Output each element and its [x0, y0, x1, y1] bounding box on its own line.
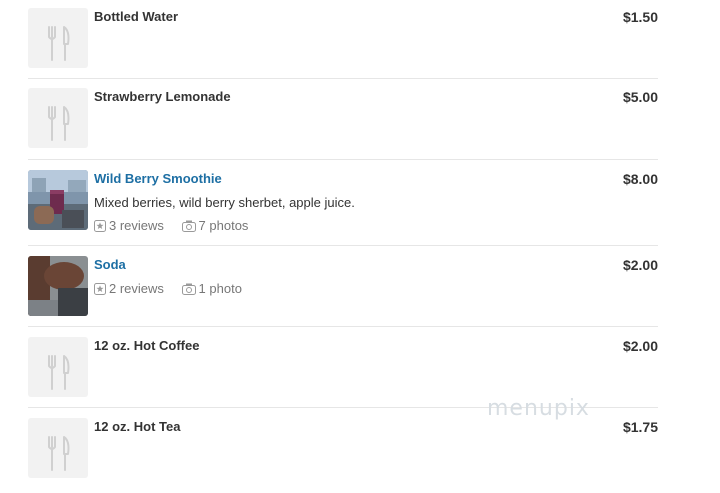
placeholder-thumbnail [28, 88, 88, 148]
item-price: $1.75 [622, 419, 658, 435]
item-name: Strawberry Lemonade [94, 89, 231, 104]
item-price: $2.00 [622, 257, 658, 273]
menu-item-bottled-water: Bottled Water $1.50 [28, 0, 658, 79]
menu-item-soda: Soda $2.00 2 reviews 1 photo [28, 246, 658, 327]
reviews-count: 3 reviews [109, 218, 164, 233]
watermark-logo: menupix [487, 396, 590, 421]
menu-item-wild-berry-smoothie: Wild Berry Smoothie $8.00 Mixed berries,… [28, 160, 658, 246]
menu-item-strawberry-lemonade: Strawberry Lemonade $5.00 [28, 79, 658, 160]
fork-knife-icon [48, 106, 70, 141]
fork-knife-icon [48, 26, 70, 61]
item-price: $1.50 [622, 9, 658, 25]
soda-photo-icon [28, 256, 88, 316]
reviews-link[interactable]: 3 reviews [94, 218, 164, 233]
item-meta: 3 reviews 7 photos [94, 218, 262, 233]
photos-count: 1 photo [198, 281, 242, 296]
item-description: Mixed berries, wild berry sherbet, apple… [94, 195, 355, 210]
camera-icon [181, 283, 196, 295]
star-icon [94, 220, 106, 232]
item-name: Bottled Water [94, 9, 179, 24]
item-price: $5.00 [622, 89, 658, 105]
item-photo[interactable] [28, 256, 88, 316]
item-price: $8.00 [622, 171, 658, 187]
item-photo[interactable] [28, 170, 88, 230]
item-name: 12 oz. Hot Coffee [94, 338, 200, 353]
fork-knife-icon [48, 436, 70, 471]
item-price: $2.00 [622, 338, 658, 354]
photos-link[interactable]: 1 photo [181, 281, 242, 296]
reviews-link[interactable]: 2 reviews [94, 281, 164, 296]
photos-count: 7 photos [198, 218, 249, 233]
fork-knife-icon [48, 355, 70, 390]
smoothie-photo-icon [28, 170, 88, 230]
item-meta: 2 reviews 1 photo [94, 281, 256, 296]
star-icon [94, 283, 106, 295]
placeholder-thumbnail [28, 418, 88, 478]
reviews-count: 2 reviews [109, 281, 164, 296]
item-name-link[interactable]: Soda [94, 257, 126, 272]
placeholder-thumbnail [28, 337, 88, 397]
photos-link[interactable]: 7 photos [181, 218, 249, 233]
placeholder-thumbnail [28, 8, 88, 68]
item-name-link[interactable]: Wild Berry Smoothie [94, 171, 222, 186]
camera-icon [181, 220, 196, 232]
item-name: 12 oz. Hot Tea [94, 419, 181, 434]
